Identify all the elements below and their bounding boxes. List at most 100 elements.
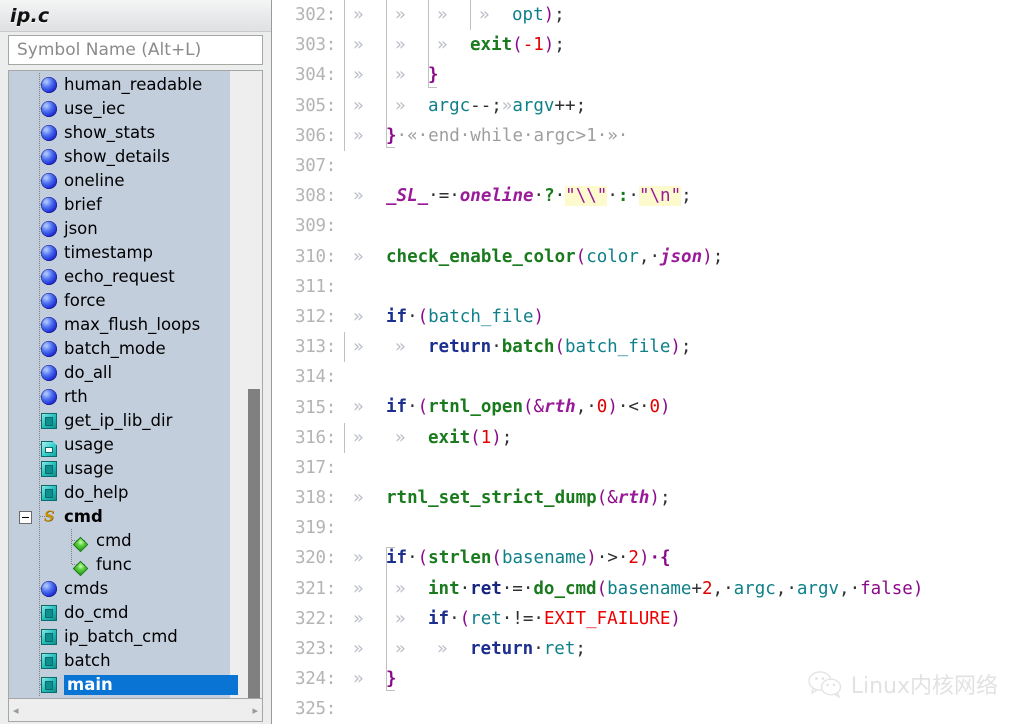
code-line-text[interactable] bbox=[344, 513, 1022, 543]
token-num: 0 bbox=[649, 397, 661, 418]
scroll-right-arrow-icon[interactable]: ▸ bbox=[252, 705, 258, 716]
token-macro: EXIT_FAILURE bbox=[543, 608, 671, 629]
tree-item-batch_mode[interactable]: batch_mode bbox=[9, 337, 246, 361]
token-punc: ( bbox=[512, 35, 523, 56]
code-line-text[interactable]: » if·(batch_file) bbox=[344, 302, 1022, 332]
tree-item-show_stats[interactable]: show_stats bbox=[9, 121, 246, 145]
tree-item-timestamp[interactable]: timestamp bbox=[9, 241, 246, 265]
code-line-text[interactable]: »} bbox=[344, 664, 1022, 694]
page-title: ip.c bbox=[10, 4, 50, 27]
tree-collapse-toggle[interactable] bbox=[19, 511, 32, 524]
token-kw: if bbox=[386, 548, 408, 569]
tree-item-usage[interactable]: usage bbox=[9, 457, 246, 481]
code-line-text[interactable] bbox=[344, 151, 1022, 181]
token-str: "\\" bbox=[565, 186, 608, 207]
token-op: ; bbox=[681, 186, 692, 207]
token-kw: return bbox=[470, 638, 534, 659]
line-number: 314: bbox=[295, 367, 336, 388]
function-icon bbox=[41, 461, 57, 477]
code-editor[interactable]: 302:»»»» opt); 303:»»» exit(-1); 304:»»} 305:… bbox=[272, 0, 1022, 724]
tree-item-get_ip_lib_dir[interactable]: get_ip_lib_dir bbox=[9, 409, 246, 433]
code-line-text[interactable]: » » return·batch(batch_file); bbox=[344, 332, 1022, 363]
code-line-text[interactable]: »}·«·end·while·argc>1·»· bbox=[344, 120, 1022, 151]
tree-item-force[interactable]: force bbox=[9, 289, 246, 313]
tree-item-batch[interactable]: batch bbox=[9, 649, 246, 673]
line-number: 313: bbox=[295, 337, 336, 358]
tab-marker: » bbox=[353, 669, 364, 690]
tree-item-do_all[interactable]: do_all bbox=[9, 361, 246, 385]
code-line-text[interactable]: » » exit(1); bbox=[344, 422, 1022, 453]
tree-item-usage[interactable]: usage bbox=[9, 433, 246, 457]
tree-scrollbar-thumb[interactable] bbox=[248, 389, 260, 698]
code-line-text[interactable]: » if·(rtnl_open(&rth,·0)·<·0) bbox=[344, 392, 1022, 422]
code-line-text[interactable]: » » » return·ret; bbox=[344, 633, 1022, 665]
line-number: 322: bbox=[295, 608, 336, 629]
scroll-left-arrow-icon[interactable]: ◂ bbox=[13, 705, 19, 716]
tree-item-do_cmd[interactable]: do_cmd bbox=[9, 601, 246, 625]
code-line-text[interactable]: » » » exit(-1); bbox=[344, 30, 1022, 61]
tree-item-label: cmd bbox=[64, 507, 103, 526]
code-line-text[interactable]: » » » » opt); bbox=[344, 0, 1022, 31]
tab-marker: » bbox=[437, 5, 448, 25]
tree-item-echo_request[interactable]: echo_request bbox=[9, 265, 246, 289]
token-punc: ( bbox=[596, 488, 608, 508]
tree-item-func[interactable]: func bbox=[9, 553, 246, 577]
tree-item-show_details[interactable]: show_details bbox=[9, 145, 246, 169]
token-gvar: rth bbox=[617, 488, 650, 508]
line-number: 308: bbox=[295, 186, 336, 207]
tree-item-label: cmd bbox=[96, 531, 132, 550]
tree-item-cmd[interactable]: Scmd bbox=[9, 505, 246, 529]
tree-item-max_flush_loops[interactable]: max_flush_loops bbox=[9, 313, 246, 337]
tree-item-use_iec[interactable]: use_iec bbox=[9, 97, 246, 121]
symbol-tree[interactable]: human_readable use_iec show_stats show_deta… bbox=[9, 71, 246, 698]
tree-item-oneline[interactable]: oneline bbox=[9, 169, 246, 193]
code-tokens: » if·(strlen(basename)·>·2)·{ bbox=[344, 543, 671, 573]
tree-item-rth[interactable]: rth bbox=[9, 385, 246, 409]
code-line-text[interactable]: » check_enable_color(color,·json); bbox=[344, 242, 1022, 272]
tree-item-ip_batch_cmd[interactable]: ip_batch_cmd bbox=[9, 625, 246, 649]
token-typ: int bbox=[428, 578, 460, 599]
line-number: 325: bbox=[295, 699, 336, 720]
code-line-text[interactable] bbox=[344, 694, 1022, 724]
code-line-text[interactable]: » » if·(ret·!=·EXIT_FAILURE) bbox=[344, 603, 1022, 634]
tree-item-label: batch_mode bbox=[64, 339, 166, 358]
code-line-text[interactable] bbox=[344, 453, 1022, 483]
code-line-text[interactable] bbox=[344, 362, 1022, 392]
token-punc: ) bbox=[649, 488, 660, 508]
token-punc: ( bbox=[575, 246, 587, 267]
code-line-text[interactable]: » rtnl_set_strict_dump(&rth); bbox=[344, 483, 1022, 513]
token-punc: ) bbox=[638, 548, 650, 569]
tree-item-brief[interactable]: brief bbox=[9, 193, 246, 217]
tree-guide-line bbox=[71, 529, 72, 553]
tree-item-main[interactable]: main bbox=[9, 673, 246, 697]
tree-item-label: show_stats bbox=[64, 123, 156, 142]
tree-item-cmd[interactable]: cmd bbox=[9, 529, 246, 553]
tree-item-do_help[interactable]: do_help bbox=[9, 481, 246, 505]
token-gvar: oneline bbox=[459, 186, 534, 207]
token-punc: ( bbox=[417, 306, 429, 327]
token-op: ; bbox=[680, 337, 692, 358]
token-op: · bbox=[407, 548, 418, 569]
tree-item-human_readable[interactable]: human_readable bbox=[9, 73, 246, 97]
token-punc: ( bbox=[417, 397, 429, 418]
tree-item-cmds[interactable]: cmds bbox=[9, 577, 246, 601]
tree-guide-line bbox=[39, 649, 40, 673]
code-line-text[interactable] bbox=[344, 272, 1022, 302]
code-line-text[interactable] bbox=[344, 211, 1022, 241]
code-line-text[interactable]: » _SL_·=·oneline·?·"\\"·:·"\n"; bbox=[344, 181, 1022, 211]
token-punc: ) bbox=[912, 578, 924, 599]
code-line-text[interactable]: »» argc--;»argv++; bbox=[344, 90, 1022, 121]
tree-horizontal-scrollbar[interactable]: ◂ ▸ bbox=[8, 698, 263, 722]
code-line-text[interactable]: » »} bbox=[344, 60, 1022, 91]
tree-vertical-scrollbar[interactable] bbox=[246, 71, 262, 698]
tree-item-json[interactable]: json bbox=[9, 217, 246, 241]
code-tokens: » rtnl_set_strict_dump(&rth); bbox=[344, 483, 671, 513]
token-op: ; bbox=[554, 35, 565, 56]
token-op: · bbox=[533, 638, 544, 659]
tab-marker: » bbox=[353, 578, 364, 599]
token-punc: ) bbox=[543, 35, 555, 56]
code-line-text[interactable]: »» int·ret·=·do_cmd(basename+2,·argc,·arg… bbox=[344, 573, 1022, 604]
token-punc: ( bbox=[470, 427, 481, 448]
code-line-text[interactable]: » if·(strlen(basename)·>·2)·{ bbox=[344, 543, 1022, 574]
search-input[interactable]: Symbol Name (Alt+L) bbox=[8, 35, 263, 65]
